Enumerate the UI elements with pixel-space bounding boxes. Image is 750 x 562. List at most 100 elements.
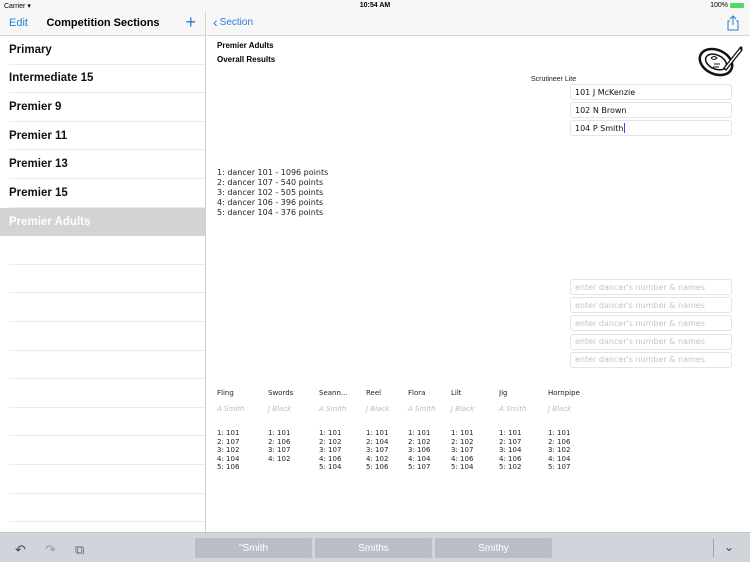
- detail-pane: ‹ Section Premier Adults Overall Results …: [207, 12, 750, 532]
- overall-results-list: 1: dancer 101 - 1096 points 2: dancer 107…: [217, 168, 328, 218]
- chevron-down-icon[interactable]: ⌄: [724, 540, 734, 554]
- empty-row: [9, 293, 205, 322]
- dance-judge: J Black: [548, 405, 572, 413]
- place-line: 3: 107: [319, 446, 342, 454]
- place-line: 4: 104: [548, 454, 571, 463]
- suggestion-1[interactable]: "Smith: [195, 538, 312, 558]
- dance-places: 1: 101 2: 107 3: 102 4: 104 5: 106: [217, 429, 269, 472]
- plus-icon[interactable]: +: [185, 12, 196, 33]
- place-line: 3: 107: [268, 446, 291, 454]
- dance-column: Hornpipe J Black 1: 101 2: 106 3: 102 4: 104 5…: [548, 389, 600, 472]
- place-line: 5: 102: [499, 463, 522, 471]
- empty-row: [9, 436, 205, 465]
- status-bar: Carrier ▾ 10:54 AM 100%: [0, 0, 750, 12]
- dancer-input[interactable]: enter dancer's number & names: [570, 351, 732, 368]
- sidebar-navbar: Edit Competition Sections +: [0, 12, 205, 36]
- overall-results-title: Overall Results: [217, 55, 276, 64]
- place-line: 1: 101: [319, 429, 342, 437]
- scrutineer-logo-icon: [698, 46, 743, 77]
- result-line: 5: dancer 104 - 376 points: [217, 208, 324, 217]
- place-line: 3: 102: [548, 446, 571, 454]
- place-line: 3: 104: [499, 446, 522, 454]
- place-line: 5: 106: [217, 463, 240, 471]
- judge-input[interactable]: 101 J McKenzie: [570, 84, 732, 100]
- place-line: 4: 106: [451, 454, 474, 463]
- empty-row: [9, 465, 205, 494]
- dancer-input[interactable]: enter dancer's number & names: [570, 315, 732, 332]
- judge-input[interactable]: 102 N Brown: [570, 102, 732, 118]
- sidebar-item[interactable]: Premier 11: [9, 122, 205, 151]
- place-line: 4: 106: [499, 454, 522, 463]
- sidebar-title: Competition Sections: [46, 17, 160, 29]
- place-line: 1: 101: [499, 429, 522, 437]
- suggestion-2[interactable]: Smiths: [315, 538, 432, 558]
- text-cursor: [624, 123, 626, 133]
- battery-icon: [730, 3, 744, 8]
- dance-judge: A Smith: [217, 405, 245, 413]
- empty-row: [9, 236, 205, 265]
- place-line: 2: 102: [451, 437, 474, 446]
- sidebar-item[interactable]: Premier 9: [9, 93, 205, 122]
- sidebar-item[interactable]: Premier Adults: [0, 207, 205, 237]
- sidebar-item[interactable]: Premier 13: [9, 150, 205, 179]
- dance-name: Jig: [499, 389, 508, 397]
- empty-row: [9, 351, 205, 380]
- paste-icon[interactable]: ⧉: [75, 542, 84, 558]
- result-line: 1: dancer 101 - 1096 points: [217, 168, 329, 177]
- dance-column: Seann... A Smith 1: 101 2: 102 3: 107 4: 106 5…: [319, 389, 371, 472]
- dancer-input[interactable]: enter dancer's number & names: [570, 279, 732, 295]
- section-list: Primary Intermediate 15 Premier 9 Premier 1…: [0, 36, 205, 523]
- place-line: 1: 101: [268, 429, 291, 437]
- sidebar-item[interactable]: Primary: [9, 36, 205, 65]
- clock: 10:54 AM: [359, 2, 391, 9]
- dance-places: 1: 101 2: 106 3: 107 4: 102: [268, 429, 320, 463]
- place-line: 5: 104: [451, 463, 474, 471]
- suggestion-3[interactable]: Smithy: [435, 538, 552, 558]
- result-line: 2: dancer 107 - 540 points: [217, 178, 324, 187]
- place-line: 5: 107: [548, 463, 571, 471]
- place-line: 1: 101: [548, 429, 571, 437]
- dance-name: Lilt: [451, 389, 462, 397]
- battery-status: 100%: [710, 2, 744, 9]
- place-line: 1: 101: [451, 429, 474, 437]
- result-line: 4: dancer 106 - 396 points: [217, 198, 324, 207]
- place-line: 3: 102: [217, 446, 240, 454]
- place-line: 3: 107: [451, 446, 474, 454]
- dance-name: Seann...: [319, 389, 348, 397]
- result-line: 3: dancer 102 - 505 points: [217, 188, 324, 197]
- dance-name: Fling: [217, 389, 234, 397]
- empty-row: [9, 322, 205, 351]
- sidebar-item[interactable]: Intermediate 15: [9, 65, 205, 94]
- sidebar-item[interactable]: Premier 15: [9, 179, 205, 208]
- place-line: 2: 102: [319, 437, 342, 446]
- place-line: 4: 106: [319, 454, 342, 463]
- back-button[interactable]: ‹ Section: [213, 15, 253, 29]
- judge-input[interactable]: 104 P Smith: [570, 120, 732, 136]
- dance-column: Lilt J Black 1: 101 2: 102 3: 107 4: 106 5: 10…: [451, 389, 503, 472]
- place-line: 2: 107: [217, 437, 240, 446]
- redo-icon[interactable]: ↷: [45, 542, 56, 558]
- empty-row: [9, 494, 205, 523]
- sidebar: Edit Competition Sections + Primary Inter…: [0, 12, 206, 532]
- dancer-input[interactable]: enter dancer's number & names: [570, 297, 732, 314]
- dance-judge: J Black: [451, 405, 475, 413]
- dance-column: Jig A Smith 1: 101 2: 107 3: 104 4: 106 5: 102: [499, 389, 551, 472]
- section-title: Premier Adults: [217, 41, 274, 50]
- dance-name: Hornpipe: [548, 389, 580, 397]
- place-line: 2: 107: [499, 437, 522, 446]
- dancer-input[interactable]: enter dancer's number & names: [570, 333, 732, 350]
- dance-name: Swords: [268, 389, 294, 397]
- place-line: 5: 104: [319, 463, 342, 471]
- dance-column: Swords J Black 1: 101 2: 106 3: 107 4: 102: [268, 389, 320, 463]
- share-icon[interactable]: [726, 15, 740, 31]
- place-line: 4: 102: [268, 454, 291, 463]
- dance-judge: J Black: [268, 405, 292, 413]
- dance-judge: A Smith: [319, 405, 347, 413]
- dance-places: 1: 101 2: 102 3: 107 4: 106 5: 104: [451, 429, 503, 472]
- place-line: 1: 101: [217, 429, 240, 437]
- dance-places: 1: 101 2: 107 3: 104 4: 106 5: 102: [499, 429, 551, 472]
- keyboard-shortcut-bar: ↶ ↷ ⧉ "Smith Smiths Smithy ⌄: [0, 532, 750, 562]
- undo-icon[interactable]: ↶: [15, 542, 26, 558]
- dance-judge: A Smith: [499, 405, 527, 413]
- empty-row: [9, 408, 205, 437]
